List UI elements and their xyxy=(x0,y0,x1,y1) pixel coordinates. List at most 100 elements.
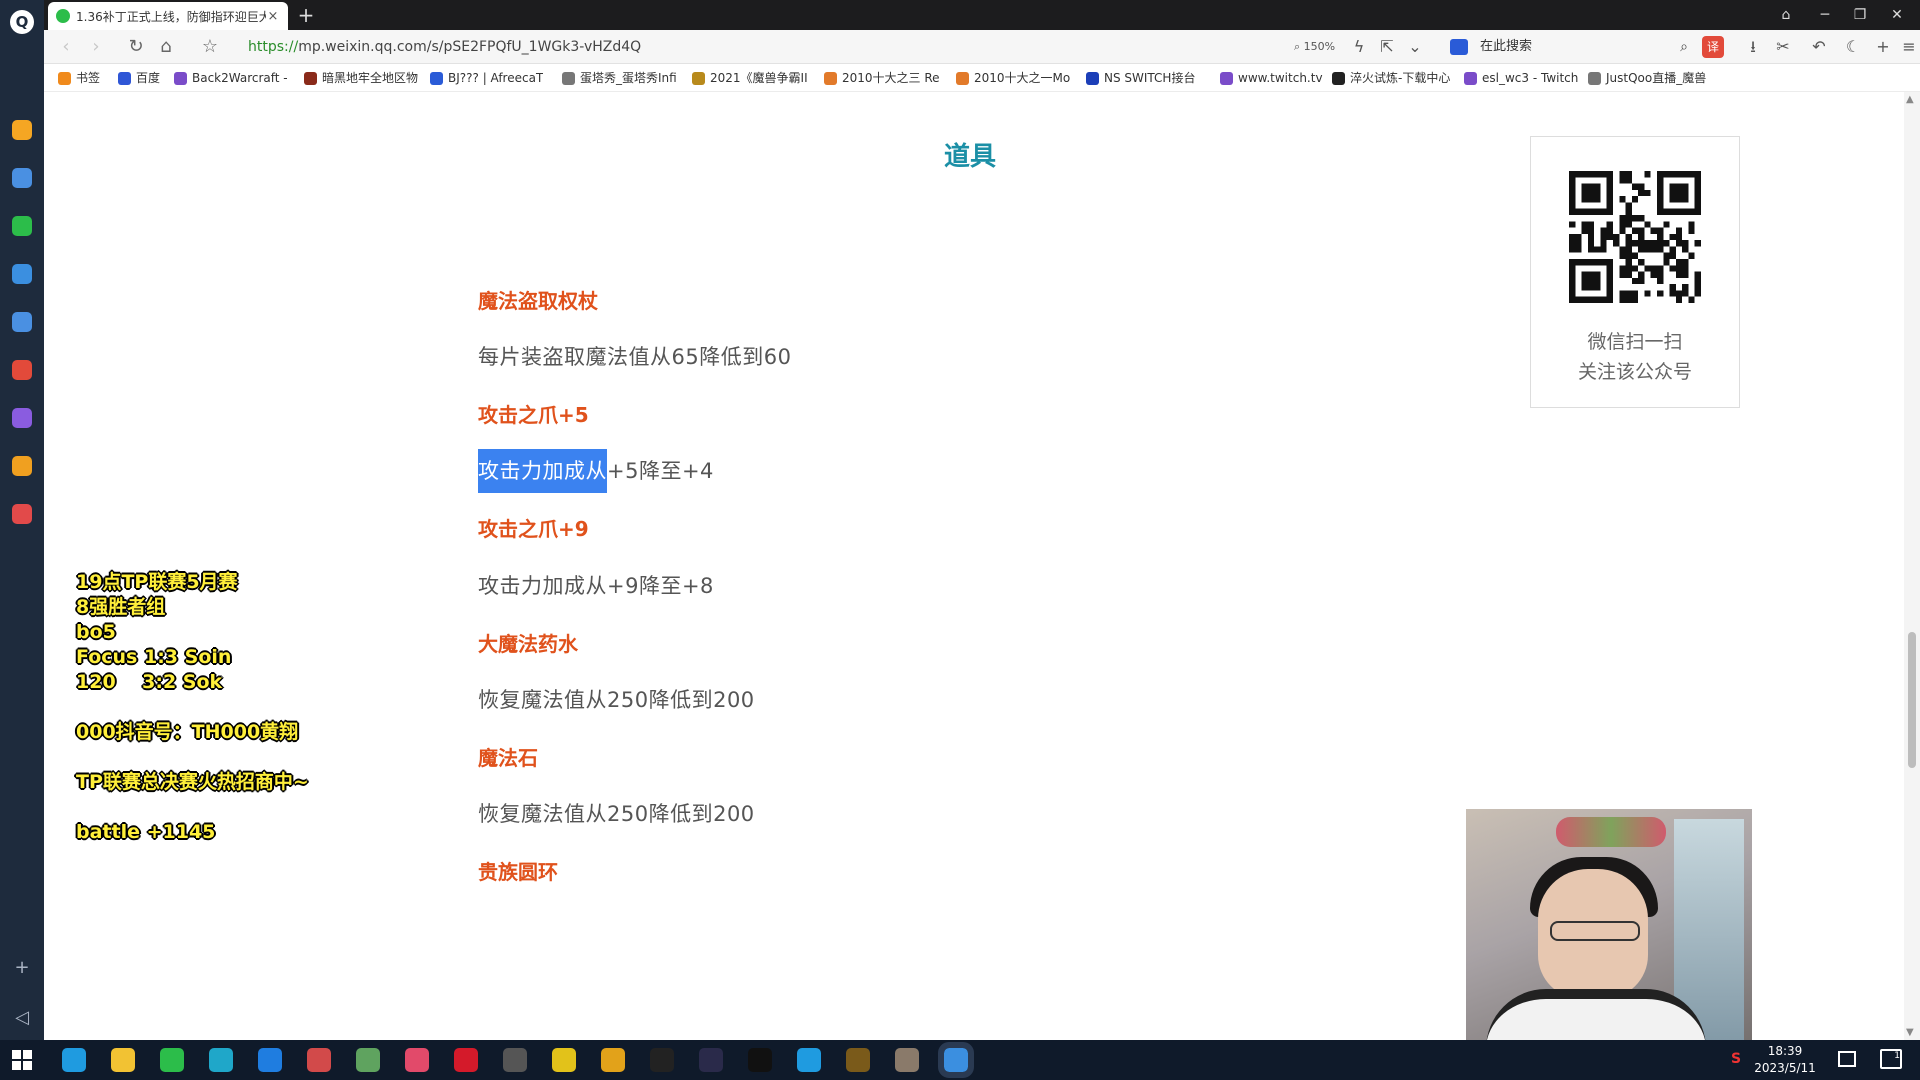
notes-app-icon[interactable] xyxy=(12,408,32,428)
history-app-icon[interactable] xyxy=(12,168,32,188)
bookmark-item[interactable]: 蛋塔秀_蛋塔秀Infi xyxy=(562,69,677,87)
qt-voice-icon[interactable] xyxy=(209,1048,233,1072)
obs-icon[interactable] xyxy=(503,1048,527,1072)
cloud-app-icon[interactable] xyxy=(12,264,32,284)
scroll-up-icon[interactable]: ▲ xyxy=(1906,94,1914,105)
bookmark-item[interactable]: JustQoo直播_魔兽 xyxy=(1588,69,1706,87)
url-scheme: https:// xyxy=(248,39,299,55)
bookmark-label: 暗黑地牢全地区物 xyxy=(322,71,419,85)
url-field[interactable]: https://mp.weixin.qq.com/s/pSE2FPQfU_1WG… xyxy=(248,35,1028,59)
mail-app-icon[interactable] xyxy=(12,312,32,332)
search-input[interactable]: 在此搜索 ⌕ xyxy=(1444,34,1694,60)
search-icon[interactable]: ⌕ xyxy=(1680,34,1688,60)
bookmark-label: 2010十大之三 Re xyxy=(842,71,940,85)
game-icon[interactable] xyxy=(356,1048,380,1072)
reload-icon[interactable]: ↻ xyxy=(124,35,148,59)
collapse-sidebar-icon[interactable]: ◁ xyxy=(10,1006,34,1030)
overlay-line: 8强胜者组 xyxy=(76,596,166,618)
restore-icon[interactable]: ❐ xyxy=(1845,3,1875,27)
bookmark-item[interactable]: 暗黑地牢全地区物 xyxy=(304,69,418,87)
add-app-icon[interactable]: + xyxy=(10,956,34,980)
bookmark-item[interactable]: NS SWITCH接台 xyxy=(1086,69,1195,87)
bookmark-item[interactable]: 2010十大之一Mo xyxy=(956,69,1070,87)
bookmark-item[interactable]: www.twitch.tv xyxy=(1220,69,1323,87)
start-button[interactable] xyxy=(12,1050,32,1070)
minimize-icon[interactable]: ─ xyxy=(1810,3,1840,27)
screenshot-icon[interactable]: ✂ xyxy=(1770,35,1796,59)
scroll-thumb[interactable] xyxy=(1908,632,1916,768)
translate-icon[interactable]: 译 xyxy=(1702,36,1724,58)
forward-icon[interactable]: › xyxy=(84,35,108,59)
ime-icon[interactable]: S xyxy=(1728,1051,1744,1067)
bookmark-item[interactable]: Back2Warcraft - xyxy=(174,69,288,87)
notification-icon[interactable]: 1 xyxy=(1880,1049,1902,1069)
dropdown-icon[interactable]: ⌄ xyxy=(1402,35,1428,59)
menu-icon[interactable]: ≡ xyxy=(1896,35,1920,59)
pdf-app-icon[interactable] xyxy=(12,360,32,380)
translate-app-icon[interactable] xyxy=(12,504,32,524)
media-icon[interactable] xyxy=(699,1048,723,1072)
tiktok-icon[interactable] xyxy=(748,1048,772,1072)
shirt-skin-icon[interactable]: ⌂ xyxy=(1771,3,1801,27)
browser-logo-icon[interactable]: Q xyxy=(10,10,34,34)
add-icon[interactable]: + xyxy=(1870,35,1896,59)
overlay-sponsor: TP联赛总决赛火热招商中~ xyxy=(76,771,309,793)
bookmark-item[interactable]: esl_wc3 - Twitch xyxy=(1464,69,1578,87)
webcam-feed xyxy=(1466,809,1752,1040)
close-tab-icon[interactable]: × xyxy=(266,9,280,24)
scroll-down-icon[interactable]: ▼ xyxy=(1906,1027,1914,1038)
qq-icon[interactable] xyxy=(650,1048,674,1072)
speed-icon[interactable]: ϟ xyxy=(1346,35,1372,59)
character-icon[interactable] xyxy=(895,1048,919,1072)
record-icon[interactable] xyxy=(454,1048,478,1072)
bookmark-item[interactable]: 百度 xyxy=(118,69,160,87)
bilibili-icon[interactable] xyxy=(797,1048,821,1072)
new-tab-button[interactable]: + xyxy=(294,3,318,27)
planner-icon[interactable] xyxy=(405,1048,429,1072)
feather-icon[interactable] xyxy=(307,1048,331,1072)
zoom-icon: ⌕ xyxy=(1294,40,1304,53)
clock-date: 2023/5/11 xyxy=(1754,1061,1816,1075)
bookmark-item[interactable]: 2010十大之三 Re xyxy=(824,69,940,87)
search-app-icon[interactable] xyxy=(12,456,32,476)
address-bar: ‹ › ↻ ⌂ ☆ https://mp.weixin.qq.com/s/pSE… xyxy=(44,30,1920,64)
bookmark-star-icon[interactable]: ☆ xyxy=(198,35,222,59)
share-icon[interactable]: ⇱ xyxy=(1374,35,1400,59)
qr-code xyxy=(1569,171,1701,303)
undo-icon[interactable]: ↶ xyxy=(1806,35,1832,59)
wechat-icon xyxy=(56,9,70,23)
close-window-icon[interactable]: ✕ xyxy=(1882,3,1912,27)
edge-icon[interactable] xyxy=(62,1048,86,1072)
qr-caption-line1: 微信扫一扫 xyxy=(1587,331,1683,353)
search-engine-icon[interactable] xyxy=(1450,39,1468,55)
wechat-icon[interactable] xyxy=(160,1048,184,1072)
item-title: 大魔法药水 xyxy=(478,632,578,656)
overlay-line: Focus 1:3 Soin xyxy=(76,646,232,668)
warcraft-icon[interactable] xyxy=(846,1048,870,1072)
bookmark-item[interactable]: BJ??? | AfreecaT xyxy=(430,69,543,87)
item-description: 每片装盗取魔法值从65降低到60 xyxy=(478,345,792,369)
clock[interactable]: 18:39 2023/5/11 xyxy=(1750,1043,1820,1077)
stickies-icon[interactable] xyxy=(552,1048,576,1072)
zoom-indicator[interactable]: ⌕ 150% xyxy=(1294,35,1335,59)
page-scrollbar[interactable]: ▲ ▼ xyxy=(1904,92,1920,1040)
qq-browser-icon[interactable] xyxy=(938,1042,974,1078)
bookmark-label: NS SWITCH接台 xyxy=(1104,71,1196,85)
bookmark-item[interactable]: 2021《魔兽争霸II xyxy=(692,69,808,87)
night-mode-icon[interactable]: ☾ xyxy=(1840,35,1866,59)
back-icon[interactable]: ‹ xyxy=(54,35,78,59)
browser-360-icon[interactable] xyxy=(258,1048,282,1072)
tab-active[interactable]: 1.36补丁正式上线，防御指环迎巨大 × xyxy=(48,2,288,30)
show-desktop-icon[interactable] xyxy=(1838,1051,1856,1067)
bookmark-item[interactable]: 淬火试炼-下载中心 xyxy=(1332,69,1450,87)
selected-text[interactable]: 攻击力加成从 xyxy=(478,449,607,493)
bookmark-icon xyxy=(824,71,837,85)
download-icon[interactable]: ⭳ xyxy=(1740,35,1766,59)
bookmark-item[interactable]: 书签 xyxy=(58,69,100,87)
favorites-app-icon[interactable] xyxy=(12,120,32,140)
file-explorer-icon[interactable] xyxy=(111,1048,135,1072)
owl-icon[interactable] xyxy=(601,1048,625,1072)
item-description: 恢复魔法值从250降低到200 xyxy=(478,688,755,712)
home-icon[interactable]: ⌂ xyxy=(154,35,178,59)
wechat-app-icon[interactable] xyxy=(12,216,32,236)
